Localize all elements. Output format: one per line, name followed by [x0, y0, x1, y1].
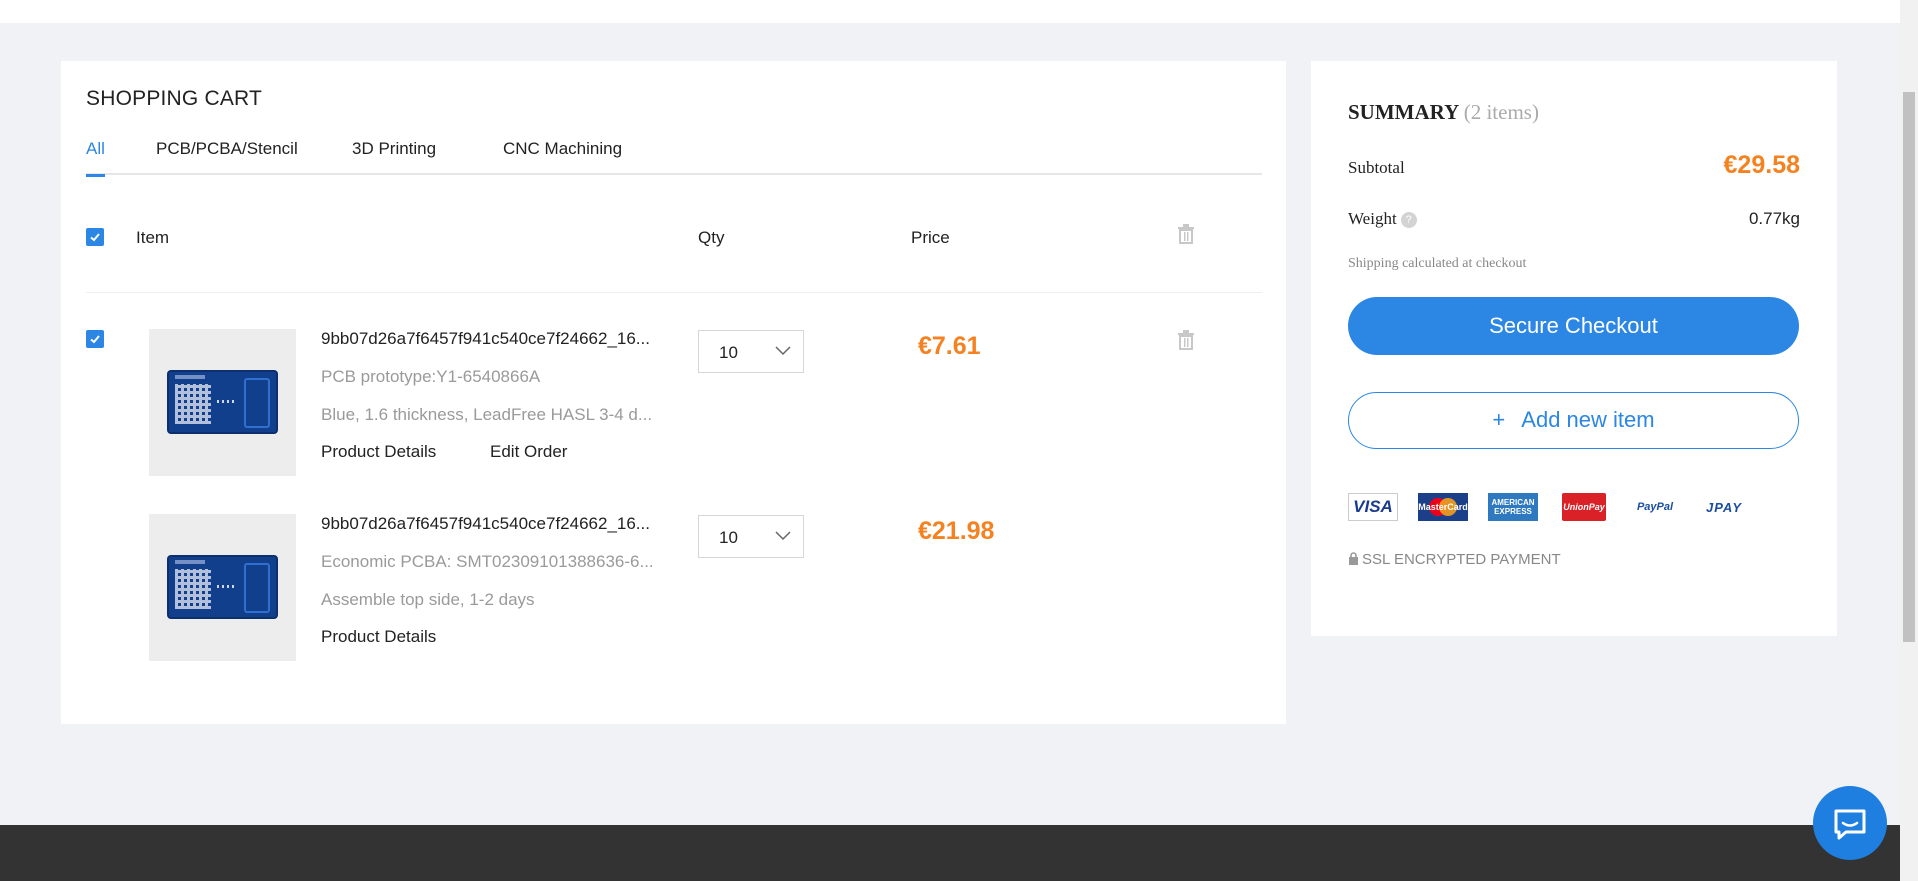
- top-bar: [0, 0, 1900, 23]
- check-icon: [90, 233, 100, 242]
- footer: [0, 825, 1900, 881]
- item-name: 9bb07d26a7f6457f941c540ce7f24662_16...: [321, 329, 650, 348]
- order-summary-panel: SUMMARY (2 items) Subtotal €29.58 Weight…: [1311, 61, 1837, 636]
- cart-title: SHOPPING CART: [86, 87, 263, 110]
- mastercard-logo-text: MasterCard: [1418, 502, 1468, 512]
- item-price: €21.98: [918, 517, 995, 545]
- product-details-link[interactable]: Product Details: [321, 442, 436, 462]
- cart-tabs: All PCB/PCBA/Stencil 3D Printing CNC Mac…: [86, 139, 1262, 177]
- weight-label-row: Weight?: [1348, 209, 1417, 229]
- quantity-select[interactable]: 10: [698, 330, 804, 373]
- check-icon: [90, 335, 100, 344]
- item-price: €7.61: [918, 332, 981, 360]
- product-thumbnail[interactable]: [149, 514, 296, 661]
- summary-label: SUMMARY: [1348, 100, 1459, 124]
- chat-icon: [1834, 809, 1866, 840]
- product-thumbnail[interactable]: [149, 329, 296, 476]
- item-spec: Assemble top side, 1-2 days: [321, 590, 535, 609]
- quantity-value: 10: [719, 528, 738, 547]
- summary-item-count: (2 items): [1463, 100, 1539, 124]
- tab-3d-printing[interactable]: 3D Printing: [352, 139, 436, 175]
- subtotal-value: €29.58: [1723, 151, 1800, 179]
- jpay-logo: JPAY: [1705, 499, 1743, 515]
- subtotal-label: Subtotal: [1348, 158, 1405, 177]
- tab-pcb-pcba-stencil[interactable]: PCB/PCBA/Stencil: [156, 139, 298, 175]
- chevron-down-icon: [775, 346, 791, 356]
- product-details-link[interactable]: Product Details: [321, 627, 436, 647]
- chat-button[interactable]: [1813, 786, 1887, 860]
- trash-icon: [1178, 224, 1194, 244]
- ssl-label: SSL ENCRYPTED PAYMENT: [1362, 551, 1561, 568]
- scrollbar-thumb[interactable]: [1903, 92, 1915, 642]
- item-spec: Blue, 1.6 thickness, LeadFree HASL 3-4 d…: [321, 405, 653, 424]
- header-divider: [86, 292, 1262, 293]
- column-header-item: Item: [136, 228, 170, 247]
- mastercard-logo: MasterCard: [1418, 493, 1468, 521]
- delete-selected-button[interactable]: [1177, 224, 1195, 244]
- ssl-note: SSL ENCRYPTED PAYMENT: [1348, 551, 1561, 568]
- tab-cnc-machining[interactable]: CNC Machining: [503, 139, 622, 175]
- item-type: PCB prototype:Y1-6540866A: [321, 367, 541, 386]
- amex-logo-text: EXPRESS: [1494, 507, 1532, 516]
- delete-item-button[interactable]: [1177, 330, 1195, 350]
- add-new-item-button[interactable]: + Add new item: [1348, 392, 1799, 449]
- pcb-card-image: [167, 370, 278, 434]
- tab-all[interactable]: All: [86, 139, 105, 177]
- visa-logo: VISA: [1348, 493, 1398, 521]
- summary-title: SUMMARY (2 items): [1348, 100, 1539, 125]
- help-icon[interactable]: ?: [1400, 212, 1417, 229]
- add-new-item-label: Add new item: [1521, 407, 1655, 432]
- item-type: Economic PCBA: SMT02309101388636-6...: [321, 552, 654, 571]
- amex-logo-text: AMERICAN: [1491, 498, 1535, 507]
- quantity-value: 10: [719, 343, 738, 362]
- secure-checkout-button[interactable]: Secure Checkout: [1348, 297, 1799, 355]
- trash-icon: [1178, 330, 1194, 350]
- page-scrollbar[interactable]: [1900, 0, 1918, 881]
- unionpay-logo: UnionPay: [1562, 493, 1606, 521]
- plus-icon: +: [1492, 407, 1506, 432]
- paypal-logo: PayPal: [1636, 501, 1674, 513]
- item-name: 9bb07d26a7f6457f941c540ce7f24662_16...: [321, 514, 650, 533]
- chevron-down-icon: [775, 531, 791, 541]
- quantity-select[interactable]: 10: [698, 515, 804, 558]
- pcb-card-image: [167, 555, 278, 619]
- item-checkbox[interactable]: [86, 330, 104, 348]
- lock-icon: [1349, 552, 1358, 565]
- column-header-price: Price: [911, 228, 950, 247]
- amex-logo: AMERICAN EXPRESS: [1488, 493, 1538, 521]
- shopping-cart-panel: SHOPPING CART All PCB/PCBA/Stencil 3D Pr…: [61, 61, 1286, 724]
- edit-order-link[interactable]: Edit Order: [490, 442, 567, 462]
- weight-value: 0.77kg: [1748, 209, 1800, 228]
- shipping-note: Shipping calculated at checkout: [1348, 256, 1527, 271]
- weight-label: Weight: [1348, 209, 1397, 228]
- column-header-qty: Qty: [698, 228, 725, 247]
- select-all-checkbox[interactable]: [86, 228, 104, 246]
